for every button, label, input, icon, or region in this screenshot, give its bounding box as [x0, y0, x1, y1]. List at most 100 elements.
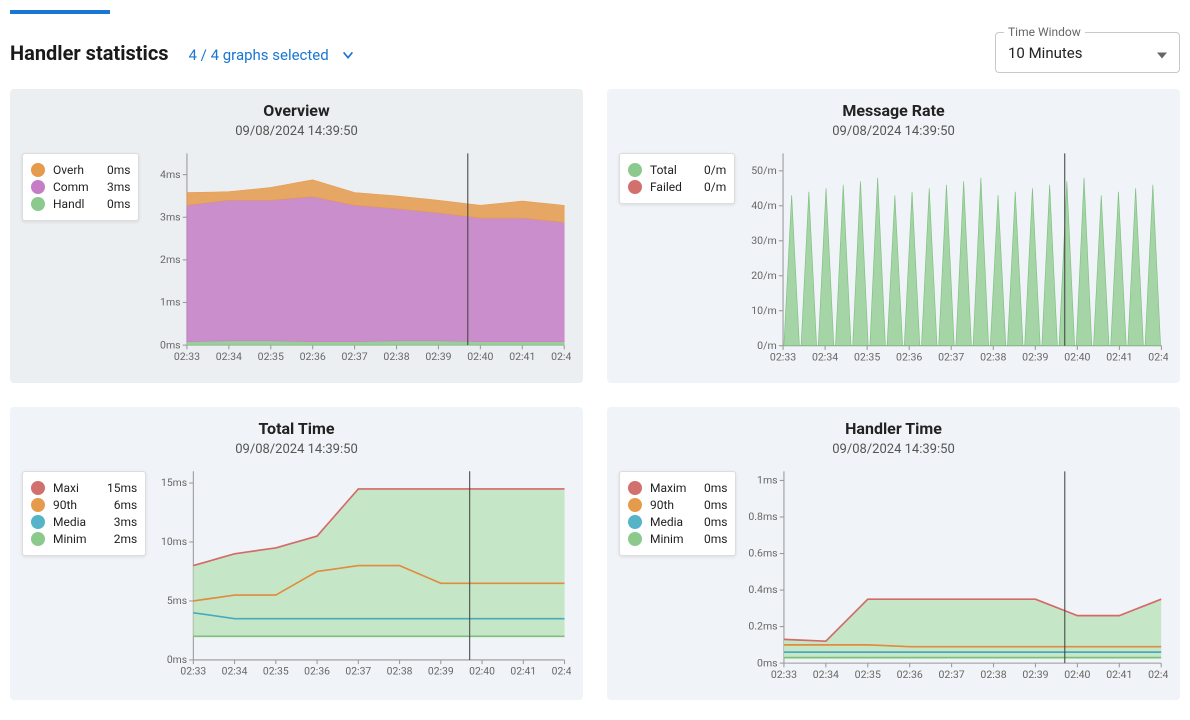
svg-text:3ms: 3ms — [161, 210, 182, 223]
legend-swatch — [628, 532, 642, 546]
svg-text:02:38: 02:38 — [387, 664, 413, 677]
svg-text:02:38: 02:38 — [384, 350, 410, 363]
graphs-selected-label: 4 / 4 graphs selected — [189, 46, 329, 64]
svg-text:2ms: 2ms — [161, 253, 182, 266]
legend-item[interactable]: Maxim0ms — [628, 481, 727, 495]
legend-value: 0ms — [103, 197, 130, 211]
svg-text:4ms: 4ms — [161, 168, 182, 181]
card-overview: Overview 09/08/2024 14:39:50 Overh0msCom… — [10, 89, 583, 383]
svg-text:02:41: 02:41 — [511, 664, 537, 677]
charts-grid: Overview 09/08/2024 14:39:50 Overh0msCom… — [10, 89, 1180, 700]
svg-text:02:41: 02:41 — [510, 350, 536, 363]
legend-swatch — [31, 197, 45, 211]
svg-text:20/m: 20/m — [751, 269, 776, 282]
legend-value: 0/m — [700, 163, 726, 177]
legend-item[interactable]: Media 3ms — [31, 515, 137, 529]
dropdown-caret-icon — [1157, 43, 1167, 62]
legend-item[interactable]: Maxi15ms — [31, 481, 137, 495]
time-window-select[interactable]: Time Window 10 Minutes — [995, 32, 1180, 73]
legend-swatch — [628, 515, 642, 529]
page-title: Handler statistics — [10, 41, 169, 65]
chart-total-time[interactable]: 0ms5ms10ms15ms02:3302:3402:3502:3602:370… — [156, 465, 571, 683]
legend-message-rate: Total0/m Failed0/m — [619, 153, 735, 204]
svg-text:02:42: 02:42 — [1149, 668, 1168, 681]
svg-text:0.4ms: 0.4ms — [749, 583, 778, 596]
chart-message-rate[interactable]: 0/m10/m20/m30/m40/m50/m02:3302:3402:3502… — [745, 147, 1168, 369]
svg-text:02:33: 02:33 — [771, 668, 797, 681]
svg-text:02:39: 02:39 — [428, 664, 454, 677]
legend-label: Minim — [650, 532, 692, 546]
svg-text:02:35: 02:35 — [855, 668, 881, 681]
svg-text:30/m: 30/m — [751, 234, 776, 247]
legend-value: 3ms — [103, 180, 130, 194]
legend-value: 0ms — [700, 532, 727, 546]
header-row: Handler statistics 4 / 4 graphs selected… — [10, 32, 1180, 73]
legend-item[interactable]: Failed0/m — [628, 180, 726, 194]
svg-text:1ms: 1ms — [758, 474, 779, 487]
legend-value: 0/m — [700, 180, 726, 194]
svg-text:02:39: 02:39 — [1022, 350, 1048, 363]
svg-text:02:35: 02:35 — [263, 664, 289, 677]
legend-value: 0ms — [700, 498, 727, 512]
legend-value: 0ms — [700, 515, 727, 529]
svg-text:02:39: 02:39 — [426, 350, 452, 363]
svg-text:02:33: 02:33 — [181, 664, 207, 677]
svg-text:02:33: 02:33 — [174, 350, 200, 363]
svg-text:02:34: 02:34 — [812, 350, 838, 363]
chart-timestamp: 09/08/2024 14:39:50 — [22, 124, 571, 139]
chart-timestamp: 09/08/2024 14:39:50 — [619, 124, 1168, 139]
svg-text:02:33: 02:33 — [770, 350, 796, 363]
legend-item[interactable]: Overh0ms — [31, 163, 130, 177]
legend-swatch — [31, 532, 45, 546]
legend-value: 2ms — [110, 532, 137, 546]
svg-text:02:34: 02:34 — [813, 668, 839, 681]
legend-value: 0ms — [700, 481, 727, 495]
legend-label: Handl — [53, 197, 95, 211]
legend-item[interactable]: Total0/m — [628, 163, 726, 177]
card-message-rate: Message Rate 09/08/2024 14:39:50 Total0/… — [607, 89, 1180, 383]
svg-text:02:37: 02:37 — [342, 350, 368, 363]
legend-item[interactable]: 90th6ms — [31, 498, 137, 512]
chart-title: Handler Time — [619, 419, 1168, 438]
legend-label: Comm — [53, 180, 95, 194]
legend-item[interactable]: Handl 0ms — [31, 197, 130, 211]
legend-label: 90th — [650, 498, 692, 512]
legend-item[interactable]: Comm 3ms — [31, 180, 130, 194]
svg-text:02:40: 02:40 — [469, 664, 495, 677]
legend-swatch — [628, 481, 642, 495]
legend-item[interactable]: Minim 0ms — [628, 532, 727, 546]
svg-text:02:42: 02:42 — [552, 350, 571, 363]
card-handler-time: Handler Time 09/08/2024 14:39:50 Maxim0m… — [607, 407, 1180, 700]
svg-text:02:37: 02:37 — [938, 350, 964, 363]
chart-handler-time[interactable]: 0ms0.2ms0.4ms0.6ms0.8ms1ms02:3302:3402:3… — [746, 465, 1168, 686]
legend-swatch — [31, 498, 45, 512]
svg-text:02:42: 02:42 — [552, 664, 571, 677]
svg-text:0.2ms: 0.2ms — [749, 620, 778, 633]
svg-text:02:34: 02:34 — [222, 664, 248, 677]
legend-item[interactable]: Minim2ms — [31, 532, 137, 546]
svg-text:02:37: 02:37 — [939, 668, 965, 681]
svg-text:02:36: 02:36 — [896, 350, 922, 363]
legend-total-time: Maxi15ms 90th6ms Media 3ms Minim2ms — [22, 471, 146, 556]
chart-overview[interactable]: 0ms1ms2ms3ms4ms02:3302:3402:3502:3602:37… — [149, 147, 571, 368]
legend-swatch — [31, 163, 45, 177]
svg-text:02:36: 02:36 — [300, 350, 326, 363]
svg-text:0.8ms: 0.8ms — [749, 510, 778, 523]
legend-label: Maxi — [53, 481, 95, 495]
legend-item[interactable]: Media0ms — [628, 515, 727, 529]
svg-text:02:41: 02:41 — [1107, 668, 1133, 681]
svg-text:5ms: 5ms — [167, 594, 187, 607]
legend-swatch — [31, 481, 45, 495]
svg-text:02:34: 02:34 — [216, 350, 242, 363]
legend-item[interactable]: 90th 0ms — [628, 498, 727, 512]
svg-text:02:35: 02:35 — [258, 350, 284, 363]
svg-text:02:39: 02:39 — [1023, 668, 1049, 681]
svg-text:02:40: 02:40 — [468, 350, 494, 363]
active-tab-indicator — [10, 10, 110, 14]
svg-text:0.6ms: 0.6ms — [749, 547, 778, 560]
legend-value: 3ms — [110, 515, 137, 529]
svg-text:40/m: 40/m — [751, 199, 776, 212]
graphs-selected-toggle[interactable]: 4 / 4 graphs selected — [189, 46, 355, 64]
svg-text:02:40: 02:40 — [1065, 668, 1091, 681]
legend-label: Media — [53, 515, 95, 529]
